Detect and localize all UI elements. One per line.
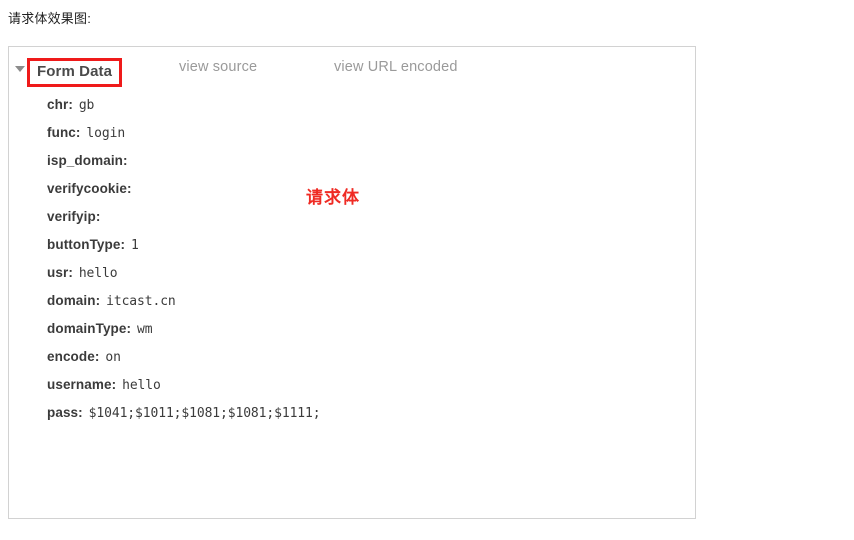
form-row-usr[interactable]: usr: hello xyxy=(9,259,695,287)
form-row-username[interactable]: username: hello xyxy=(9,371,695,399)
form-row-buttontype[interactable]: buttonType: 1 xyxy=(9,231,695,259)
form-data-header-label: Form Data xyxy=(37,63,113,80)
form-row-separator: : xyxy=(123,153,128,168)
form-row-key: pass xyxy=(47,405,79,420)
form-row-key: domain xyxy=(47,293,96,308)
form-row-separator: : xyxy=(95,209,101,224)
form-row-value: on xyxy=(105,350,121,365)
form-row-key: chr xyxy=(47,97,69,112)
form-row-domain[interactable]: domain: itcast.cn xyxy=(9,287,695,315)
form-row-key: buttonType xyxy=(47,237,121,252)
form-row-isp-domain[interactable]: isp_domain: xyxy=(9,147,695,175)
form-data-panel: Form Data view source view URL encoded c… xyxy=(8,46,696,519)
page-title: 请求体效果图: xyxy=(8,11,92,26)
triangle-down-icon[interactable] xyxy=(15,66,25,72)
form-row-separator: : xyxy=(78,405,83,420)
form-data-header-highlight[interactable]: Form Data xyxy=(27,58,123,87)
form-data-rows: chr: gb func: login isp_domain: verifycook… xyxy=(9,91,695,518)
form-row-chr[interactable]: chr: gb xyxy=(9,91,695,119)
form-row-key: encode xyxy=(47,349,95,364)
form-row-value: $1041;$1011;$1081;$1081;$1111; xyxy=(88,406,321,421)
annotation-request-body: 请求体 xyxy=(306,188,360,207)
form-row-value: hello xyxy=(122,378,161,393)
form-row-value: hello xyxy=(78,266,118,281)
form-row-key: verifycookie xyxy=(47,181,127,196)
form-row-domaintype[interactable]: domainType: wm xyxy=(9,315,695,343)
tab-view-url-encoded[interactable]: view URL encoded xyxy=(334,59,458,75)
form-row-value: 1 xyxy=(130,238,139,253)
panel-header: Form Data view source view URL encoded xyxy=(9,47,695,91)
form-row-key: usr xyxy=(47,265,69,280)
tab-view-source[interactable]: view source xyxy=(179,59,257,75)
form-row-value: itcast.cn xyxy=(106,294,176,309)
form-row-pass[interactable]: pass: $1041;$1011;$1081;$1081;$1111; xyxy=(9,399,695,427)
form-row-value: login xyxy=(86,126,126,141)
form-row-value: gb xyxy=(78,98,95,113)
form-row-key: username xyxy=(47,377,112,392)
form-row-separator: : xyxy=(127,181,132,196)
form-row-key: func xyxy=(47,125,76,140)
form-row-func[interactable]: func: login xyxy=(9,119,695,147)
form-row-encode[interactable]: encode: on xyxy=(9,343,695,371)
form-row-key: verifyip xyxy=(47,209,96,224)
form-row-key: isp_domain xyxy=(47,153,124,168)
form-row-value: wm xyxy=(137,322,153,337)
form-row-key: domainType xyxy=(47,321,127,336)
